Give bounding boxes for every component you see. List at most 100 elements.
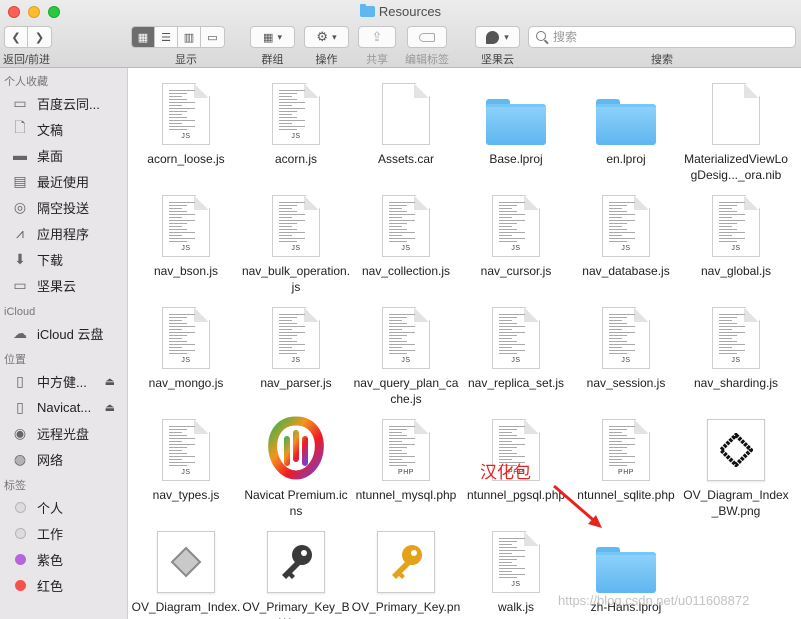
sidebar-item-remote-disc[interactable]: ◉ 远程光盘: [0, 420, 127, 446]
file-item[interactable]: MaterializedViewLogDesig..._ora.nib: [681, 75, 791, 183]
file-item[interactable]: Base.lproj: [461, 75, 571, 167]
file-item[interactable]: OV_Primary_Key.png: [351, 523, 461, 619]
share-button[interactable]: ⇪: [358, 26, 396, 48]
tag-dot-icon: [15, 579, 26, 591]
file-item[interactable]: JS nav_parser.js: [241, 299, 351, 391]
sidebar-item-applications[interactable]: ⩘ 应用程序: [0, 220, 127, 246]
sidebar-item-drive-1[interactable]: ▯ 中方健... ⏏: [0, 368, 127, 394]
list-icon: ☰: [161, 31, 171, 44]
document-icon: JS: [382, 195, 430, 257]
search-input[interactable]: 搜索: [528, 26, 796, 48]
search-icon: [536, 31, 546, 41]
file-item[interactable]: JS nav_database.js: [571, 187, 681, 279]
document-icon: 🗋: [14, 119, 26, 135]
drive-icon: ▯: [16, 398, 24, 415]
file-item[interactable]: JS nav_sharding.js: [681, 299, 791, 391]
file-ext: JS: [621, 245, 631, 252]
file-item[interactable]: JS acorn_loose.js: [131, 75, 241, 167]
columns-icon: ▥: [183, 31, 195, 44]
file-item[interactable]: JS nav_bson.js: [131, 187, 241, 279]
file-item[interactable]: JS nav_global.js: [681, 187, 791, 279]
list-view-button[interactable]: ☰: [155, 27, 178, 47]
eject-icon[interactable]: ⏏: [105, 375, 115, 388]
navicat-logo-icon: [268, 416, 324, 480]
icloud-header: iCloud: [4, 306, 36, 318]
sidebar-item-desktop[interactable]: ▬ 桌面: [0, 142, 127, 168]
sidebar-item-icloud-drive[interactable]: ☁ iCloud 云盘: [0, 320, 127, 346]
file-thumbnail: JS: [461, 523, 571, 593]
document-icon: JS: [162, 195, 210, 257]
file-item[interactable]: JS nav_collection.js: [351, 187, 461, 279]
sidebar-item-baiduyun[interactable]: ▭ 百度云同...: [0, 90, 127, 116]
tag-dot-icon: [15, 527, 26, 539]
edit-tags-button[interactable]: [407, 26, 447, 48]
diamond-bw-icon: [707, 419, 765, 481]
file-name: nav_cursor.js: [480, 264, 552, 278]
document-icon: JS: [162, 419, 210, 481]
gallery-view-button[interactable]: ▭: [201, 27, 224, 47]
file-item[interactable]: OV_Diagram_Index.png: [131, 523, 241, 619]
sidebar-item-drive-2[interactable]: ▯ Navicat... ⏏: [0, 394, 127, 420]
key-gold-icon: [377, 531, 435, 593]
file-item[interactable]: JS walk.js: [461, 523, 571, 615]
nut-icon: [486, 30, 500, 44]
forward-button[interactable]: ❯: [28, 27, 51, 47]
file-item[interactable]: JS nav_cursor.js: [461, 187, 571, 279]
file-item[interactable]: JS acorn.js: [241, 75, 351, 167]
drive-icon: ▯: [16, 372, 24, 389]
file-name: Navicat Premium.icns: [244, 488, 348, 518]
file-item[interactable]: PHP ntunnel_mysql.php: [351, 411, 461, 503]
file-name: OV_Diagram_Index.png: [131, 600, 241, 619]
file-item[interactable]: en.lproj: [571, 75, 681, 167]
file-thumbnail: JS: [131, 75, 241, 145]
document-icon: JS: [382, 307, 430, 369]
blank-document-icon: [382, 83, 430, 145]
file-item[interactable]: OV_Primary_Key_BW.png: [241, 523, 351, 619]
file-name: nav_database.js: [582, 264, 670, 278]
sidebar-item-network[interactable]: ◍ 网络: [0, 446, 127, 472]
file-item[interactable]: JS nav_bulk_operation.js: [241, 187, 351, 295]
file-ext: JS: [511, 357, 521, 364]
file-item[interactable]: Assets.car: [351, 75, 461, 167]
file-item[interactable]: JS nav_session.js: [571, 299, 681, 391]
view-label: 显示: [175, 54, 197, 66]
sidebar-item-documents[interactable]: 🗋 文稿: [0, 116, 127, 142]
sidebar-tag-purple[interactable]: 紫色: [0, 546, 127, 572]
jianguoyun-button[interactable]: ▾: [475, 26, 520, 48]
annotation-arrow-icon: [553, 484, 602, 528]
file-thumbnail: JS: [131, 187, 241, 257]
file-item[interactable]: JS nav_types.js: [131, 411, 241, 503]
action-button[interactable]: ⚙ ▾: [304, 26, 349, 48]
document-icon: JS: [492, 195, 540, 257]
file-name: acorn.js: [274, 152, 318, 166]
file-item[interactable]: JS nav_mongo.js: [131, 299, 241, 391]
file-name: nav_collection.js: [361, 264, 451, 278]
sidebar-tag-personal[interactable]: 个人: [0, 494, 127, 520]
back-forward-label: 返回/前进: [3, 54, 51, 66]
sidebar-tag-red[interactable]: 红色: [0, 572, 127, 598]
column-view-button[interactable]: ▥: [178, 27, 201, 47]
file-item[interactable]: Navicat Premium.icns: [241, 411, 351, 519]
back-button[interactable]: ❮: [5, 27, 28, 47]
watermark: https://blog.csdn.net/u011608872: [558, 593, 750, 608]
sidebar-item-jianguoyun[interactable]: ▭ 坚果云: [0, 272, 127, 298]
back-forward-control: ❮ ❯: [4, 26, 52, 48]
sidebar-tag-work[interactable]: 工作: [0, 520, 127, 546]
icon-view-button[interactable]: ▦: [132, 27, 155, 47]
sidebar-item-recents[interactable]: ▤ 最近使用: [0, 168, 127, 194]
file-thumbnail: [241, 411, 351, 481]
file-thumbnail: [351, 523, 461, 593]
sidebar-item-downloads[interactable]: ⬇ 下载: [0, 246, 127, 272]
file-item[interactable]: JS nav_replica_set.js: [461, 299, 571, 391]
folder-icon: ▭: [13, 94, 27, 111]
eject-icon[interactable]: ⏏: [105, 401, 115, 414]
group-label: 群组: [261, 54, 284, 66]
sidebar-item-airdrop[interactable]: ◎ 隔空投送: [0, 194, 127, 220]
group-button[interactable]: ▦ ▾: [250, 26, 295, 48]
file-ext: JS: [291, 245, 301, 252]
file-item[interactable]: OV_Diagram_Index_BW.png: [681, 411, 791, 519]
chevron-down-icon: ▾: [332, 31, 337, 42]
file-item[interactable]: JS nav_query_plan_cache.js: [351, 299, 461, 407]
file-ext: PHP: [398, 469, 414, 476]
folder-icon: [596, 547, 656, 593]
